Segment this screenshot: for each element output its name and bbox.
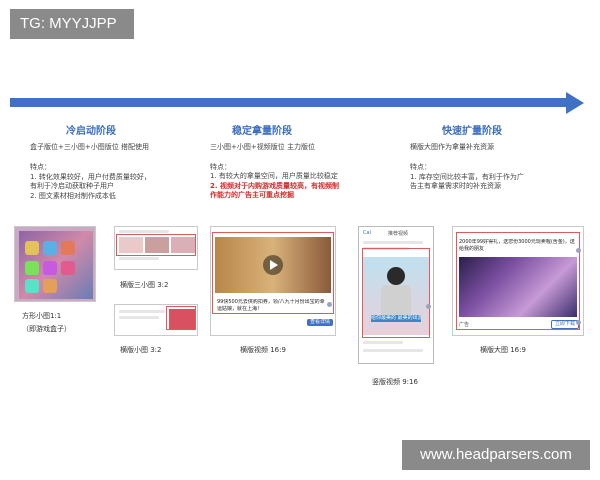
callout-dot — [327, 302, 332, 307]
stage-2-point: 1. 有较大的拿量空间，用户质量比较稳定 — [210, 172, 338, 180]
stage-2-point-highlight: 2. 视频对于内购游戏质量较高，有视频制 — [210, 182, 339, 190]
text-placeholder — [119, 257, 159, 260]
app-icon — [43, 261, 57, 275]
callout-dot — [576, 248, 581, 253]
app-icon — [43, 279, 57, 293]
stage-1-point: 1. 转化效果较好，用户付费质量较好， — [30, 173, 151, 181]
format-caption: 竖版视频 9:16 — [372, 378, 418, 386]
app-icon — [43, 241, 57, 255]
text-placeholder — [119, 316, 159, 319]
arrow-right-icon — [566, 92, 584, 114]
highlight-box — [116, 234, 196, 256]
stage-2-subtitle: 三小图+小图+视频版位 主力版位 — [210, 143, 315, 151]
phone-header-left[interactable]: Cal — [363, 230, 383, 236]
app-icon — [61, 241, 75, 255]
app-icon — [25, 261, 39, 275]
game-box-mockup — [14, 226, 96, 302]
stage-3-subtitle: 横版大图作为拿量补充资源 — [410, 143, 494, 151]
video-cta-button[interactable]: 查看详情 — [307, 319, 333, 326]
text-placeholder — [363, 341, 403, 344]
format-caption: 横版大图 16:9 — [480, 346, 526, 354]
stage-2-points-label: 特点： — [210, 163, 231, 171]
highlight-box — [456, 232, 580, 330]
text-placeholder — [363, 349, 423, 352]
stage-1-title: 冷启动阶段 — [66, 126, 116, 137]
text-placeholder — [363, 241, 423, 244]
format-note: （即游戏盒子） — [22, 325, 71, 333]
format-caption: 横版三小图 3:2 — [120, 281, 169, 289]
text-placeholder — [119, 230, 169, 233]
highlight-box — [212, 232, 334, 314]
stage-1-point: 有利于冷启动获取种子用户 — [30, 182, 114, 190]
callout-dot — [426, 304, 431, 309]
app-icon — [25, 241, 39, 255]
format-caption: 横版视频 16:9 — [240, 346, 286, 354]
stage-2-title: 稳定拿量阶段 — [232, 126, 292, 137]
format-caption: 横版小图 3:2 — [120, 346, 162, 354]
stage-3-point: 告主有拿量需求时的补充资源 — [410, 182, 501, 190]
stage-3-point: 1. 库存空间比较丰富，有利于作为广 — [410, 173, 524, 181]
app-icon — [25, 279, 39, 293]
text-placeholder — [119, 310, 165, 313]
highlight-box — [166, 306, 196, 330]
watermark: www.headparsers.com — [402, 440, 590, 470]
format-caption: 方形小图1:1 — [22, 312, 62, 320]
timeline-arrow-shaft — [10, 98, 570, 107]
phone-header-title: 推荐视频 — [387, 231, 408, 237]
stage-2-point-highlight: 作能力的广告主可重点挖掘 — [210, 191, 294, 199]
stage-1-subtitle: 盒子版位+三小图+小图版位 搭配使用 — [30, 143, 149, 151]
stage-3-points-label: 特点： — [410, 163, 431, 171]
highlight-box — [362, 248, 430, 338]
channel-tag: TG: MYYJJPP — [10, 9, 134, 39]
stage-1-point: 2. 图文素材相对制作成本低 — [30, 192, 116, 200]
stage-3-title: 快速扩量阶段 — [442, 126, 502, 137]
stage-1-points-label: 特点： — [30, 163, 51, 171]
callout-dot — [576, 320, 581, 325]
app-icon — [61, 261, 75, 275]
